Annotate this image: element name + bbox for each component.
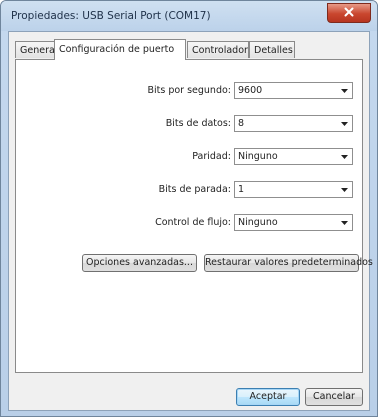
data-bits-label: Bits de datos: bbox=[165, 118, 231, 129]
data-bits-select[interactable]: 8 bbox=[234, 115, 353, 132]
ok-button[interactable]: Aceptar bbox=[236, 388, 300, 406]
window-title: Propiedades: USB Serial Port (COM17) bbox=[11, 10, 211, 22]
select-value: 9600 bbox=[238, 85, 263, 96]
chevron-down-icon bbox=[337, 149, 352, 164]
bits-per-second-select[interactable]: 9600 bbox=[234, 82, 353, 99]
parity-select[interactable]: Ninguno bbox=[234, 148, 353, 165]
chevron-down-icon bbox=[337, 182, 352, 197]
dialog-client-area: General Configuración de puerto Controla… bbox=[8, 31, 373, 411]
cancel-button[interactable]: Cancelar bbox=[305, 388, 363, 406]
chevron-down-icon bbox=[337, 83, 352, 98]
select-value: 8 bbox=[238, 118, 245, 129]
flow-control-select[interactable]: Ninguno bbox=[234, 214, 353, 231]
title-bar[interactable]: Propiedades: USB Serial Port (COM17) bbox=[1, 1, 377, 31]
close-button[interactable] bbox=[327, 3, 371, 23]
restore-defaults-button[interactable]: Restaurar valores predeterminados bbox=[204, 254, 373, 272]
stop-bits-select[interactable]: 1 bbox=[234, 181, 353, 198]
close-icon bbox=[344, 7, 354, 20]
select-value: Ninguno bbox=[238, 217, 278, 228]
select-value: 1 bbox=[238, 184, 245, 195]
field-row: Bits de datos: 8 bbox=[16, 115, 362, 133]
bits-per-second-label: Bits por segundo: bbox=[147, 85, 231, 96]
tab-details[interactable]: Detalles bbox=[249, 41, 295, 58]
advanced-options-button[interactable]: Opciones avanzadas... bbox=[82, 254, 197, 272]
parity-label: Paridad: bbox=[192, 151, 231, 162]
stop-bits-label: Bits de parada: bbox=[158, 184, 231, 195]
flow-control-label: Control de flujo: bbox=[155, 217, 231, 228]
field-row: Control de flujo: Ninguno bbox=[16, 214, 362, 232]
tab-port-settings[interactable]: Configuración de puerto bbox=[54, 39, 186, 60]
tab-driver[interactable]: Controlador bbox=[187, 41, 249, 58]
select-value: Ninguno bbox=[238, 151, 278, 162]
properties-dialog: Propiedades: USB Serial Port (COM17) Gen… bbox=[0, 0, 378, 417]
tab-general[interactable]: General bbox=[15, 41, 57, 58]
field-row: Bits por segundo: 9600 bbox=[16, 82, 362, 100]
chevron-down-icon bbox=[337, 215, 352, 230]
port-settings-panel: Bits por segundo: 9600 Bits de datos: 8 … bbox=[15, 59, 373, 373]
chevron-down-icon bbox=[337, 116, 352, 131]
field-row: Bits de parada: 1 bbox=[16, 181, 362, 199]
field-row: Paridad: Ninguno bbox=[16, 148, 362, 166]
